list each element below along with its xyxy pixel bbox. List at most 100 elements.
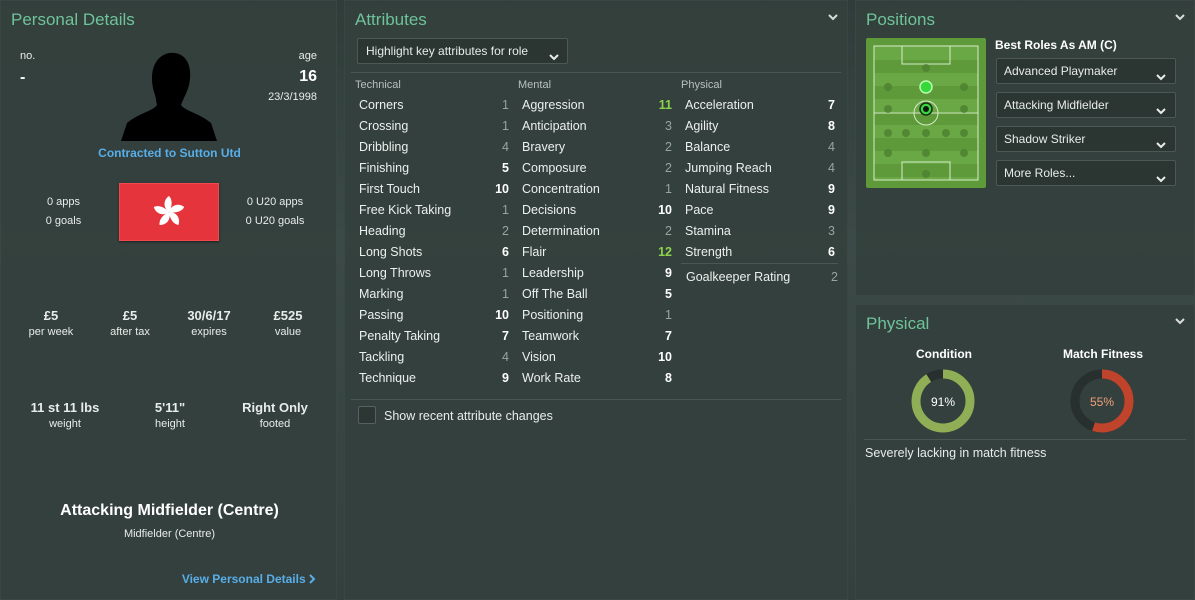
condition-value: 91% — [931, 395, 955, 409]
weight-stat: 11 st 11 lbs weight — [17, 400, 113, 430]
attribute-value: 7 — [665, 329, 672, 343]
attribute-value: 10 — [658, 350, 672, 364]
highlight-role-label: Highlight key attributes for role — [366, 44, 529, 58]
condition-label: Condition — [916, 347, 972, 361]
attribute-row-technical: Long Shots 6 — [355, 242, 513, 263]
attribute-row-physical: Acceleration 7 — [681, 95, 839, 116]
attribute-row-mental: Concentration 1 — [518, 179, 676, 200]
after-tax-stat: £5 after tax — [92, 308, 168, 338]
squad-number-label: no. — [20, 50, 36, 62]
show-changes-checkbox[interactable] — [358, 406, 376, 424]
player-value-label: value — [274, 326, 302, 338]
attribute-name: Vision — [522, 350, 556, 364]
physical-panel: Physical Condition Match Fitness 91% 55%… — [855, 304, 1195, 600]
attribute-value: 1 — [665, 182, 672, 196]
attribute-row-physical: Balance 4 — [681, 137, 839, 158]
attribute-name: Balance — [685, 140, 731, 154]
goalkeeper-rating-row: Goalkeeper Rating 2 — [682, 267, 842, 288]
attribute-value: 11 — [658, 98, 672, 112]
attribute-value: 7 — [828, 98, 835, 112]
hong-kong-flag-icon — [153, 196, 185, 225]
date-of-birth: 23/3/1998 — [268, 91, 317, 103]
attribute-name: Corners — [359, 98, 404, 112]
attribute-value: 4 — [828, 140, 835, 154]
attribute-value: 9 — [828, 203, 835, 217]
attribute-value: 8 — [828, 119, 835, 133]
attribute-name: Bravery — [522, 140, 566, 154]
player-value-value: £525 — [273, 308, 303, 323]
attribute-name: Agility — [685, 119, 719, 133]
contract-expiry-label: expires — [191, 326, 227, 338]
position-pitch[interactable] — [866, 38, 986, 188]
attribute-row-mental: Anticipation 3 — [518, 116, 676, 137]
attribute-name: Long Throws — [359, 266, 432, 280]
footed-value: Right Only — [242, 400, 308, 415]
attribute-row-mental: Leadership 9 — [518, 263, 676, 284]
attribute-row-technical: Passing 10 — [355, 305, 513, 326]
collapse-chevron-icon[interactable] — [827, 11, 839, 23]
goalkeeper-rating-value: 2 — [831, 270, 838, 284]
attribute-value: 10 — [495, 182, 509, 196]
attribute-value: 10 — [658, 203, 672, 217]
more-roles-dropdown[interactable]: More Roles... — [996, 160, 1176, 186]
divider — [351, 399, 841, 400]
attribute-value: 1 — [502, 266, 509, 280]
attribute-row-technical: Penalty Taking 7 — [355, 326, 513, 347]
attribute-value: 1 — [502, 98, 509, 112]
wage-stat: £5 per week — [13, 308, 89, 338]
chevron-down-icon — [1156, 100, 1166, 124]
attribute-row-mental: Composure 2 — [518, 158, 676, 179]
attribute-name: Marking — [359, 287, 404, 301]
attribute-value: 9 — [665, 266, 672, 280]
attribute-value: 1 — [665, 308, 672, 322]
attribute-value: 3 — [828, 224, 835, 238]
role-label: More Roles... — [1004, 166, 1076, 180]
attribute-row-mental: Decisions 10 — [518, 200, 676, 221]
wage-label: per week — [28, 326, 74, 338]
chevron-down-icon — [1156, 66, 1166, 90]
attribute-row-physical: Natural Fitness 9 — [681, 179, 839, 200]
attribute-row-physical: Jumping Reach 4 — [681, 158, 839, 179]
chevron-down-icon — [1156, 134, 1166, 158]
height-stat: 5'11" height — [122, 400, 218, 430]
attribute-name: Teamwork — [522, 329, 579, 343]
attribute-name: First Touch — [359, 182, 420, 196]
age-value: 16 — [299, 68, 317, 85]
attribute-row-technical: Marking 1 — [355, 284, 513, 305]
highlight-role-dropdown[interactable]: Highlight key attributes for role — [357, 38, 568, 64]
technical-header: Technical — [355, 79, 401, 91]
attribute-row-mental: Teamwork 7 — [518, 326, 676, 347]
role-dropdown-shadow-striker[interactable]: Shadow Striker — [996, 126, 1176, 152]
attribute-name: Strength — [685, 245, 733, 259]
divider — [864, 439, 1186, 440]
role-dropdown-attacking-midfielder[interactable]: Attacking Midfielder — [996, 92, 1176, 118]
collapse-chevron-icon[interactable] — [1174, 11, 1186, 23]
attribute-name: Dribbling — [359, 140, 409, 154]
role-dropdown-advanced-playmaker[interactable]: Advanced Playmaker — [996, 58, 1176, 84]
contract-link[interactable]: Contracted to Sutton Utd — [1, 146, 338, 160]
attribute-row-mental: Work Rate 8 — [518, 368, 676, 389]
attribute-name: Anticipation — [522, 119, 587, 133]
nationality-flag[interactable] — [119, 183, 219, 241]
attribute-name: Heading — [359, 224, 406, 238]
attribute-value: 8 — [665, 371, 672, 385]
show-changes-label[interactable]: Show recent attribute changes — [384, 409, 553, 423]
collapse-chevron-icon[interactable] — [1174, 315, 1186, 327]
height-label: height — [155, 418, 185, 430]
divider — [351, 72, 841, 73]
pitch-diagram — [873, 45, 979, 181]
attribute-row-mental: Determination 2 — [518, 221, 676, 242]
physical-header: Physical — [681, 79, 722, 91]
attribute-row-mental: Positioning 1 — [518, 305, 676, 326]
attribute-name: Leadership — [522, 266, 584, 280]
attribute-name: Long Shots — [359, 245, 423, 259]
role-label: Attacking Midfielder — [1004, 98, 1109, 112]
after-tax-value: £5 — [122, 308, 138, 323]
view-personal-details-label: View Personal Details — [181, 572, 306, 586]
view-personal-details-link[interactable]: View Personal Details — [182, 572, 316, 587]
attribute-value: 12 — [658, 245, 672, 259]
wage-value: £5 — [43, 308, 59, 323]
attribute-name: Concentration — [522, 182, 600, 196]
attributes-panel: Attributes Highlight key attributes for … — [344, 0, 848, 600]
goals-count: 0 goals — [45, 215, 82, 227]
